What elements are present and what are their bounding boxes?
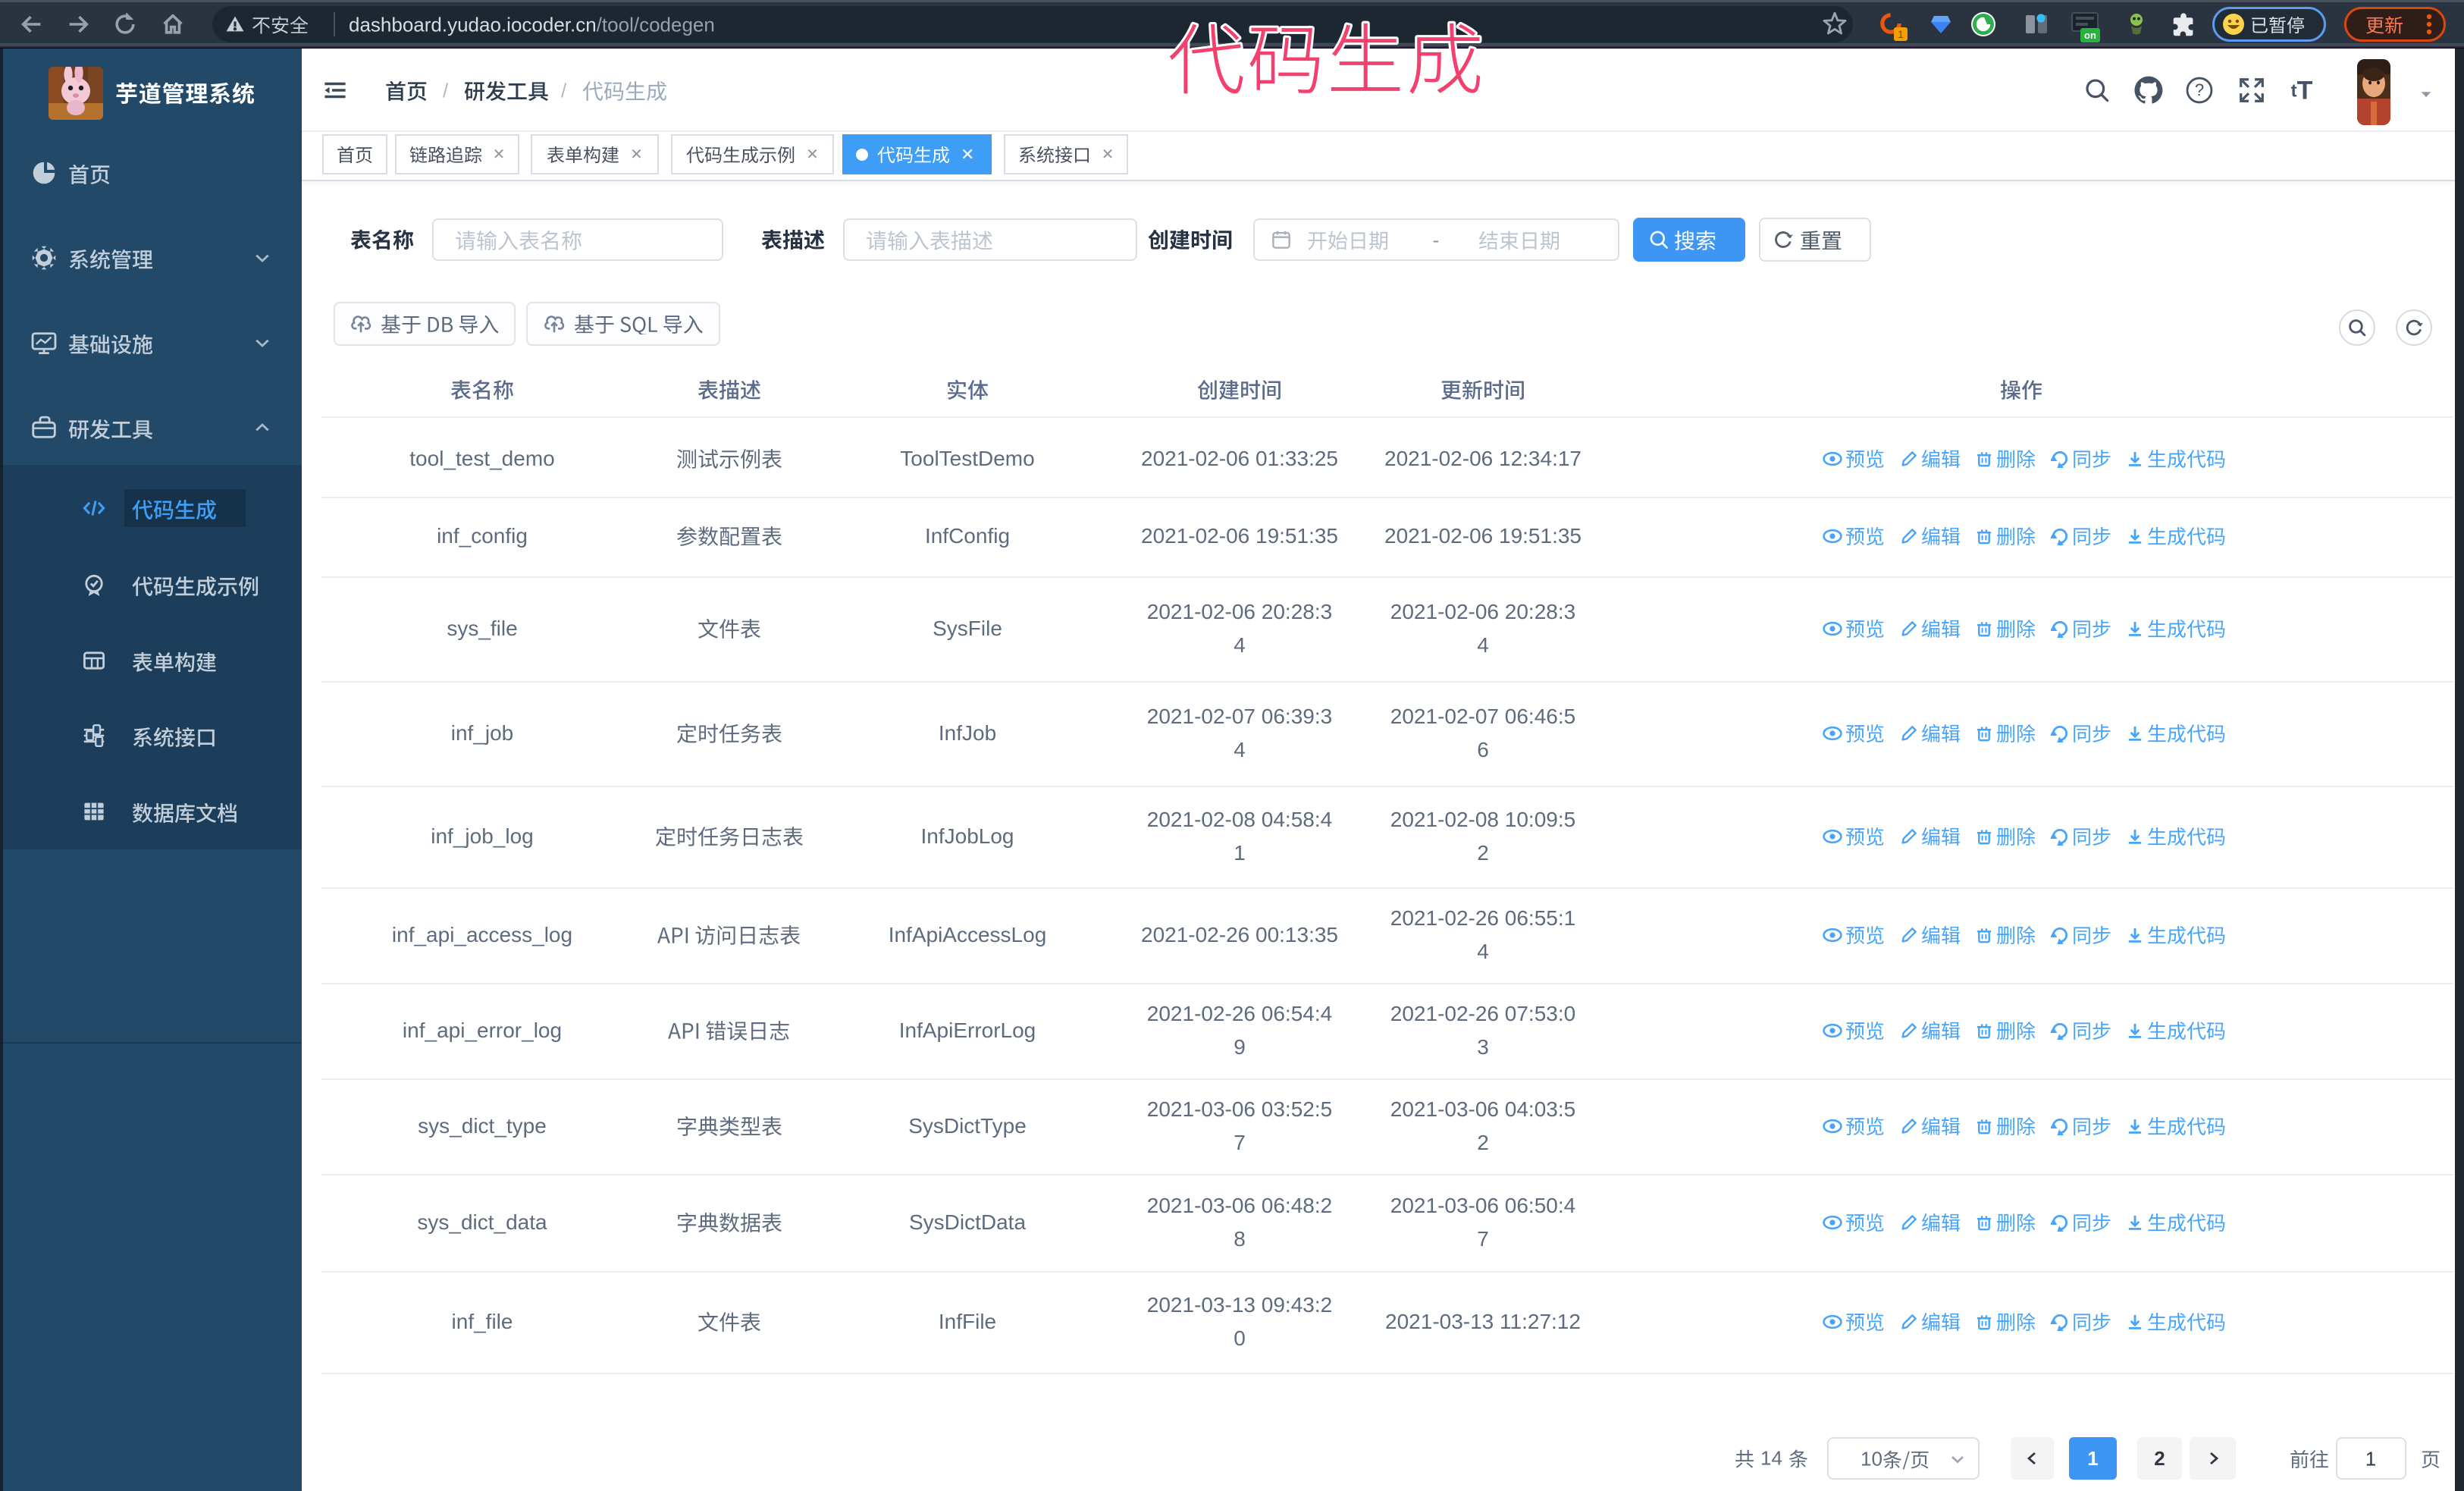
svg-text:?: ? <box>2195 80 2204 99</box>
